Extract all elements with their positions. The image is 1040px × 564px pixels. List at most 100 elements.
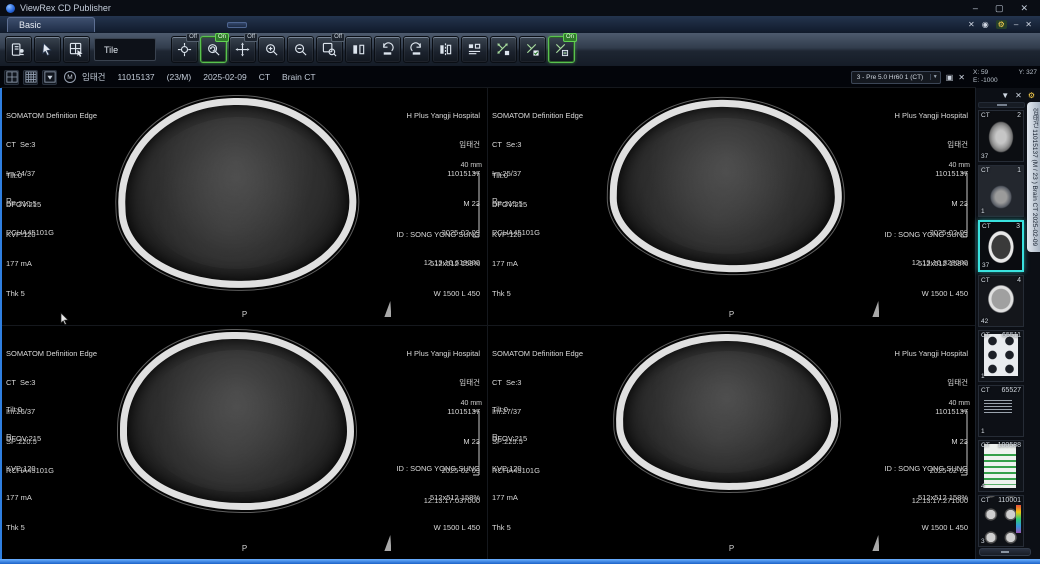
scale-label: 40 mm	[461, 400, 482, 407]
coord-y: Y: 327	[1019, 69, 1037, 77]
rotate-ccw-button[interactable]	[374, 36, 401, 63]
layout-dropdown-icon[interactable]	[42, 70, 57, 85]
kvp-text: KVP:120	[492, 230, 527, 240]
ct-image[interactable]	[615, 332, 840, 492]
menu-item[interactable]	[227, 22, 247, 28]
thickness-text: Thk 5	[492, 523, 527, 533]
ct-viewport[interactable]: SOMATOM Definition Edge CT Se:3 Im:27/37…	[488, 326, 975, 559]
series-thumbnail[interactable]: CT 3 37	[978, 220, 1024, 272]
ct-viewport[interactable]: SOMATOM Definition Edge CT Se:3 Im:26/37…	[2, 326, 487, 559]
maximize-button[interactable]: ▢	[995, 0, 1004, 16]
tilt-text: Tilt:0	[492, 405, 527, 415]
orientation-bottom-marker: P	[729, 544, 734, 553]
series-thumbnail[interactable]: CT 4 42	[978, 275, 1024, 327]
operator-text: ID : SONG YONG SUNG	[396, 464, 480, 474]
menu-item[interactable]	[204, 22, 224, 28]
pointer-button[interactable]	[34, 36, 61, 63]
copy-transform-button[interactable]	[490, 36, 517, 63]
tab-basic[interactable]: Basic	[7, 17, 95, 32]
sidebar-header-strip[interactable]	[978, 102, 1025, 108]
ct-viewport[interactable]: SOMATOM Definition Edge CT Se:3 Im:24/37…	[2, 88, 487, 325]
patient-list-button[interactable]	[5, 36, 32, 63]
minimize-panel-icon[interactable]: –	[1014, 20, 1018, 29]
collapse-sidebar-icon[interactable]: ▼	[1001, 91, 1009, 100]
patient-age-sex: (23/M)	[167, 72, 192, 82]
flip-vertical-button[interactable]	[432, 36, 459, 63]
menu-item[interactable]	[135, 22, 155, 28]
popout-window-icon[interactable]: ▣	[946, 73, 954, 82]
close-button[interactable]: ✕	[1020, 0, 1028, 16]
target-icon[interactable]: ◉	[982, 20, 989, 29]
close-panel2-icon[interactable]: ✕	[1025, 20, 1032, 29]
thumbnail-modality: CT	[981, 112, 990, 119]
on-badge: On	[563, 33, 577, 42]
series-select[interactable]: 3 - Pre 5.0 Hr60 1 (CT) ▼	[851, 71, 941, 84]
zoom-button[interactable]: On	[200, 36, 227, 63]
menu-item[interactable]	[273, 22, 293, 28]
ct-image[interactable]	[115, 94, 359, 292]
kvp-text: KVP:120	[492, 464, 527, 474]
close-panel-icon[interactable]: ✕	[968, 20, 975, 29]
series-thumbnail[interactable]: CT 65511 1	[978, 330, 1024, 382]
settings-wrench-icon[interactable]: ⚙	[996, 20, 1007, 29]
scale-label: 40 mm	[949, 162, 970, 169]
menu-item[interactable]	[181, 22, 201, 28]
manufacturer-text: SOMATOM Definition Edge	[492, 349, 583, 359]
series-thumbnail[interactable]: CT 65527 1	[978, 385, 1024, 437]
tilt-text: Tilt:0	[492, 171, 527, 181]
magnifier-region-button[interactable]: Off	[316, 36, 343, 63]
series-thumbnail[interactable]: CT 110001 3	[978, 495, 1024, 547]
thumbnail-scrollbar[interactable]	[979, 548, 1031, 556]
series-thumbnail[interactable]: CT 2 37	[978, 110, 1024, 162]
layout-4x4-icon[interactable]	[23, 70, 38, 85]
dfov-text: DFOV:215	[6, 434, 41, 444]
thumbnail-modality: CT	[982, 223, 991, 230]
layout-picker-button[interactable]	[63, 36, 90, 63]
zoom-in-button[interactable]	[258, 36, 285, 63]
series-text: CT Se:3	[492, 140, 583, 150]
close-sidebar-icon[interactable]: ✕	[1015, 91, 1022, 100]
cursor-coordinates: X: 59 Y: 327 E: -1000	[973, 69, 1037, 85]
study-info-tab[interactable]: 임태건 11015137 (M / 23 ) Brain CT 2025-02-…	[1027, 102, 1040, 252]
ct-viewport[interactable]: SOMATOM Definition Edge CT Se:3 Im:25/37…	[488, 88, 975, 325]
menu-item[interactable]	[158, 22, 178, 28]
active-panel-border-left	[0, 88, 2, 564]
patient-name-text: 임태건	[406, 378, 480, 388]
menu-item[interactable]	[250, 22, 270, 28]
close-series-icon[interactable]: ✕	[958, 73, 965, 82]
localizer-button[interactable]: Off	[171, 36, 198, 63]
apply-transform-button[interactable]	[519, 36, 546, 63]
chevron-down-icon: ▼	[930, 74, 938, 80]
series-select-value: 3 - Pre 5.0 Hr60 1 (CT)	[857, 74, 923, 81]
ct-image[interactable]	[120, 332, 354, 510]
orientation-bottom-marker: P	[729, 310, 734, 319]
thumbnail-image-count: 37	[981, 153, 988, 160]
manufacturer-text: SOMATOM Definition Edge	[6, 349, 97, 359]
thumbnail-series-number: 4	[1017, 277, 1021, 284]
tools-pin-icon[interactable]: ⚙	[1028, 91, 1035, 100]
patient-info-bar: M 임태건 11015137 (23/M) 2025-02-09 CT Brai…	[0, 66, 1040, 88]
layout-1x1-icon[interactable]	[4, 70, 19, 85]
off-badge: Off	[186, 33, 200, 42]
flip-horizontal-button[interactable]	[345, 36, 372, 63]
series-thumbnail[interactable]: CT 100588 4	[978, 440, 1024, 492]
ct-image[interactable]	[609, 98, 844, 274]
mouse-cursor	[60, 312, 69, 330]
patient-name: 임태건	[82, 71, 105, 83]
overlay-bottom-left: Tilt:0 DFOV:215 KVP:120 177 mA Thk 5	[492, 385, 527, 552]
pan-button[interactable]: Off	[229, 36, 256, 63]
minimize-button[interactable]: –	[973, 0, 978, 16]
window-level-text: W 1500 L 450	[884, 289, 968, 299]
hospital-text: H Plus Yangji Hospital	[406, 349, 480, 359]
zoom-out-button[interactable]	[287, 36, 314, 63]
sort-series-button[interactable]	[461, 36, 488, 63]
tile-mode-select[interactable]: Tile	[94, 38, 156, 61]
tube-current-text: 177 mA	[6, 493, 41, 503]
save-transform-button[interactable]: On	[548, 36, 575, 63]
orientation-bottom-marker: P	[242, 310, 247, 319]
rotate-cw-button[interactable]	[403, 36, 430, 63]
overlay-bottom-right: ID : SONG YONG SUNG 512x512 158% W 1500 …	[384, 434, 480, 552]
thumbnail-image-count: 42	[981, 318, 988, 325]
series-thumbnail[interactable]: CT 1 1	[978, 165, 1024, 217]
marker-m-icon[interactable]: M	[64, 71, 76, 83]
